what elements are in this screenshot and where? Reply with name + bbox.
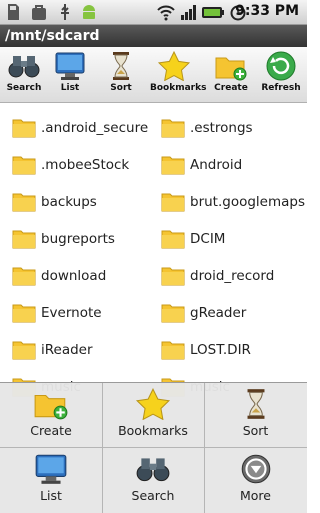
refresh-button[interactable]: Refresh bbox=[257, 51, 305, 93]
bag-icon bbox=[32, 5, 46, 20]
menu-sort-button[interactable]: Sort bbox=[204, 383, 307, 448]
menu-divider bbox=[0, 447, 307, 448]
list-item: bugreports DCIM bbox=[0, 221, 307, 258]
usb-icon bbox=[61, 4, 69, 20]
menu-divider bbox=[204, 383, 205, 513]
toolbar: Search List Sort Bookmarks Create Refres… bbox=[0, 47, 307, 103]
menu-create-button[interactable]: Create bbox=[0, 383, 102, 448]
list-item: .android_secure .estrongs bbox=[0, 110, 307, 147]
folder-icon bbox=[161, 156, 185, 175]
star-icon bbox=[135, 388, 171, 420]
more-icon bbox=[241, 454, 270, 484]
list-item: Evernote gReader bbox=[0, 295, 307, 332]
menu-more-button[interactable]: More bbox=[204, 448, 307, 513]
wifi-icon bbox=[157, 5, 175, 21]
folder-add-icon bbox=[34, 395, 68, 420]
create-button[interactable]: Create bbox=[207, 51, 255, 93]
hourglass-icon bbox=[247, 389, 264, 419]
folder-icon bbox=[12, 304, 36, 323]
folder-icon bbox=[12, 119, 36, 138]
menu-search-button[interactable]: Search bbox=[102, 448, 204, 513]
folder-icon bbox=[161, 230, 185, 249]
star-icon bbox=[157, 51, 191, 81]
menu-bookmarks-button[interactable]: Bookmarks bbox=[102, 383, 204, 448]
monitor-icon bbox=[35, 454, 67, 484]
list-button[interactable]: List bbox=[46, 51, 94, 93]
status-bar: 9:33 PM bbox=[0, 0, 307, 25]
bookmarks-button[interactable]: Bookmarks bbox=[150, 51, 206, 93]
folder-icon bbox=[161, 119, 185, 138]
folder-icon bbox=[161, 267, 185, 286]
hourglass-icon bbox=[113, 52, 129, 80]
android-icon bbox=[83, 5, 95, 19]
menu-list-button[interactable]: List bbox=[0, 448, 102, 513]
list-item: iReader LOST.DIR bbox=[0, 332, 307, 369]
folder-icon bbox=[12, 156, 36, 175]
clock-time: 9:33 PM bbox=[235, 3, 299, 19]
folder-icon bbox=[161, 341, 185, 360]
search-button[interactable]: Search bbox=[0, 51, 48, 93]
binoculars-icon bbox=[136, 458, 170, 482]
sort-button[interactable]: Sort bbox=[97, 51, 145, 93]
list-item: backups brut.googlemaps bbox=[0, 184, 307, 221]
options-menu: Create Bookmarks Sort List Search More bbox=[0, 382, 307, 513]
folder-add-icon bbox=[215, 57, 247, 81]
signal-icon bbox=[181, 5, 196, 20]
folder-icon bbox=[161, 304, 185, 323]
folder-icon bbox=[12, 341, 36, 360]
menu-divider bbox=[102, 383, 103, 513]
folder-icon bbox=[12, 193, 36, 212]
monitor-icon bbox=[55, 52, 85, 80]
list-item: .mobeeStock Android bbox=[0, 147, 307, 184]
current-path: /mnt/sdcard bbox=[0, 25, 307, 47]
refresh-icon bbox=[266, 51, 296, 81]
folder-icon bbox=[161, 193, 185, 212]
binoculars-icon bbox=[8, 56, 40, 78]
sdcard-icon bbox=[8, 4, 19, 20]
folder-icon bbox=[12, 230, 36, 249]
folder-icon bbox=[12, 267, 36, 286]
list-item: download droid_record bbox=[0, 258, 307, 295]
battery-icon bbox=[202, 7, 224, 18]
